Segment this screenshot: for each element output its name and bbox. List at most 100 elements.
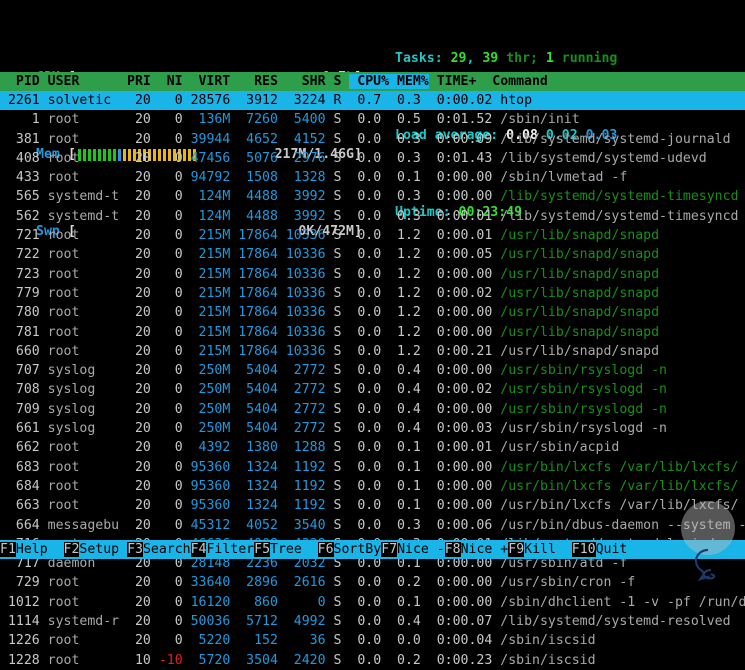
- process-nice: 0: [150, 517, 183, 533]
- process-row[interactable]: 1226 root 20 0 5220 152 36 S 0.0 0.0 0:0…: [0, 631, 745, 650]
- process-time: 0:00.00: [420, 266, 493, 282]
- process-state: S: [325, 633, 342, 649]
- process-nice: 0: [150, 305, 183, 321]
- function-key-label-f9[interactable]: Kill: [524, 541, 572, 557]
- process-state: S: [325, 517, 342, 533]
- process-shr: 4992: [277, 614, 326, 630]
- process-row[interactable]: 662 root 20 0 4392 1380 1288 S 0.0 0.1 0…: [0, 438, 745, 457]
- process-priority: 20: [119, 594, 151, 610]
- function-key-f4[interactable]: F4: [190, 541, 207, 557]
- process-row[interactable]: 721 root 20 0 215M 17864 10336 S 0.0 1.2…: [0, 226, 745, 245]
- process-command: /usr/lib/snapd/snapd: [492, 247, 660, 263]
- process-state: S: [325, 150, 342, 166]
- process-cpu-percent: 0.0: [341, 459, 382, 475]
- function-key-label-f3[interactable]: Search: [142, 541, 191, 557]
- process-row[interactable]: 729 root 20 0 33640 2896 2616 S 0.0 0.2 …: [0, 573, 745, 592]
- process-pid: 1114: [0, 614, 40, 630]
- header-columns-left[interactable]: PID USER PRI NI VIRT RES SHR S: [0, 74, 349, 89]
- process-row[interactable]: 779 root 20 0 215M 17864 10336 S 0.0 1.2…: [0, 284, 745, 303]
- process-row[interactable]: 708 syslog 20 0 250M 5404 2772 S 0.0 0.4…: [0, 380, 745, 399]
- process-shr: 10336: [277, 285, 326, 301]
- process-user: messagebu: [39, 517, 120, 533]
- header-column-mem[interactable]: MEM%: [389, 74, 429, 89]
- process-row[interactable]: 1012 root 20 0 16120 860 0 S 0.0 0.1 0:0…: [0, 593, 745, 612]
- process-priority: 20: [119, 93, 151, 108]
- function-key-f7[interactable]: F7: [381, 541, 398, 557]
- function-key-label-f8[interactable]: Nice +: [460, 541, 509, 557]
- process-state: S: [325, 208, 342, 224]
- process-row[interactable]: 381 root 20 0 39944 4652 4152 S 0.0 0.3 …: [0, 130, 745, 149]
- function-key-f2[interactable]: F2: [63, 541, 80, 557]
- process-row[interactable]: 709 syslog 20 0 250M 5404 2772 S 0.0 0.4…: [0, 400, 745, 419]
- process-table-header[interactable]: PID USER PRI NI VIRT RES SHR S CPU% MEM%…: [0, 72, 745, 92]
- process-nice: 0: [150, 189, 183, 205]
- process-user: root: [39, 633, 120, 649]
- process-row[interactable]: 683 root 20 0 95360 1324 1192 S 0.0 0.1 …: [0, 458, 745, 477]
- process-row[interactable]: 707 syslog 20 0 250M 5404 2772 S 0.0 0.4…: [0, 361, 745, 380]
- process-mem-percent: 0.4: [381, 382, 421, 398]
- process-nice: -10: [150, 652, 183, 668]
- process-row[interactable]: 661 syslog 20 0 250M 5404 2772 S 0.0 0.4…: [0, 419, 745, 438]
- process-row[interactable]: 684 root 20 0 95360 1324 1192 S 0.0 0.1 …: [0, 477, 745, 496]
- function-key-label-f6[interactable]: SortBy: [333, 541, 382, 557]
- process-row[interactable]: 664 messagebu 20 0 45312 4052 3540 S 0.0…: [0, 516, 745, 535]
- function-key-label-f4[interactable]: Filter: [206, 541, 255, 557]
- process-virt: 215M: [182, 343, 231, 359]
- function-key-label-f7[interactable]: Nice -: [397, 541, 445, 557]
- process-row[interactable]: 1 root 20 0 136M 7260 5400 S 0.0 0.5 0:0…: [0, 110, 745, 129]
- function-key-label-f5[interactable]: Tree: [270, 541, 318, 557]
- process-row[interactable]: 433 root 20 0 94792 1508 1328 S 0.0 0.1 …: [0, 168, 745, 187]
- function-key-f5[interactable]: F5: [254, 541, 271, 557]
- process-row[interactable]: 408 root 20 0 47456 5076 2976 S 0.0 0.3 …: [0, 149, 745, 168]
- process-row[interactable]: 722 root 20 0 215M 17864 10336 S 0.0 1.2…: [0, 245, 745, 264]
- process-pid: 708: [0, 382, 40, 398]
- function-key-label-f2[interactable]: Setup: [79, 541, 128, 557]
- process-cpu-percent: 0.0: [341, 131, 382, 147]
- process-cpu-percent: 0.0: [341, 594, 382, 610]
- process-mem-percent: 0.1: [381, 170, 421, 186]
- function-key-f6[interactable]: F6: [317, 541, 334, 557]
- process-cpu-percent: 0.0: [341, 614, 382, 630]
- process-row[interactable]: 781 root 20 0 215M 17864 10336 S 0.0 1.2…: [0, 323, 745, 342]
- process-command: /lib/systemd/systemd-resolved: [492, 614, 731, 630]
- process-row[interactable]: 723 root 20 0 215M 17864 10336 S 0.0 1.2…: [0, 265, 745, 284]
- function-key-f1[interactable]: F1: [0, 541, 16, 557]
- process-shr: 2976: [277, 150, 326, 166]
- process-row[interactable]: 663 root 20 0 95360 1324 1192 S 0.0 0.1 …: [0, 496, 745, 515]
- process-nice: 0: [150, 363, 183, 379]
- header-column-cpu[interactable]: CPU%: [349, 74, 390, 89]
- process-cpu-percent: 0.0: [341, 189, 382, 205]
- process-cpu-percent: 0.0: [341, 575, 382, 591]
- process-virt: 94792: [182, 170, 231, 186]
- process-list[interactable]: 2261 solvetic 20 0 28576 3912 3224 R 0.7…: [0, 91, 745, 670]
- process-res: 7260: [230, 112, 278, 128]
- process-user: syslog: [39, 363, 120, 379]
- function-key-f10[interactable]: F10: [571, 541, 596, 557]
- process-row[interactable]: 1228 root 10 -10 5720 3504 2420 S 0.0 0.…: [0, 651, 745, 670]
- process-row[interactable]: 565 systemd-t 20 0 124M 4488 3992 S 0.0 …: [0, 187, 745, 206]
- process-nice: 0: [150, 247, 183, 263]
- function-key-bar[interactable]: F1Help F2Setup F3SearchF4FilterF5Tree F6…: [0, 539, 745, 559]
- header-columns-right[interactable]: TIME+ Command: [429, 74, 745, 89]
- process-row[interactable]: 2261 solvetic 20 0 28576 3912 3224 R 0.7…: [0, 91, 745, 111]
- process-virt: 215M: [182, 247, 231, 263]
- function-key-label-f1[interactable]: Help: [15, 541, 64, 557]
- process-time: 0:00.00: [420, 363, 493, 379]
- function-key-f3[interactable]: F3: [127, 541, 143, 557]
- process-row[interactable]: 562 systemd-t 20 0 124M 4488 3992 S 0.0 …: [0, 207, 745, 226]
- function-key-f9[interactable]: F9: [508, 541, 525, 557]
- function-key-f8[interactable]: F8: [444, 541, 461, 557]
- process-nice: 0: [150, 112, 183, 128]
- process-nice: 0: [150, 170, 183, 186]
- process-row[interactable]: 1114 systemd-r 20 0 50036 5712 4992 S 0.…: [0, 612, 745, 631]
- process-cpu-percent: 0.0: [341, 324, 382, 340]
- process-row[interactable]: 780 root 20 0 215M 17864 10336 S 0.0 1.2…: [0, 303, 745, 322]
- function-key-label-f10[interactable]: Quit: [595, 541, 644, 557]
- process-row[interactable]: 660 root 20 0 215M 17864 10336 S 0.0 1.2…: [0, 342, 745, 361]
- process-shr: 1192: [277, 459, 326, 475]
- tasks-count: 29: [450, 50, 467, 66]
- process-priority: 20: [119, 614, 151, 630]
- process-nice: 0: [150, 324, 183, 340]
- terminal-window[interactable]: CPU [ 0.7% ] Mem [ 217M/1.46G ] Swp [ 0K…: [0, 0, 745, 668]
- process-nice: 0: [150, 266, 183, 282]
